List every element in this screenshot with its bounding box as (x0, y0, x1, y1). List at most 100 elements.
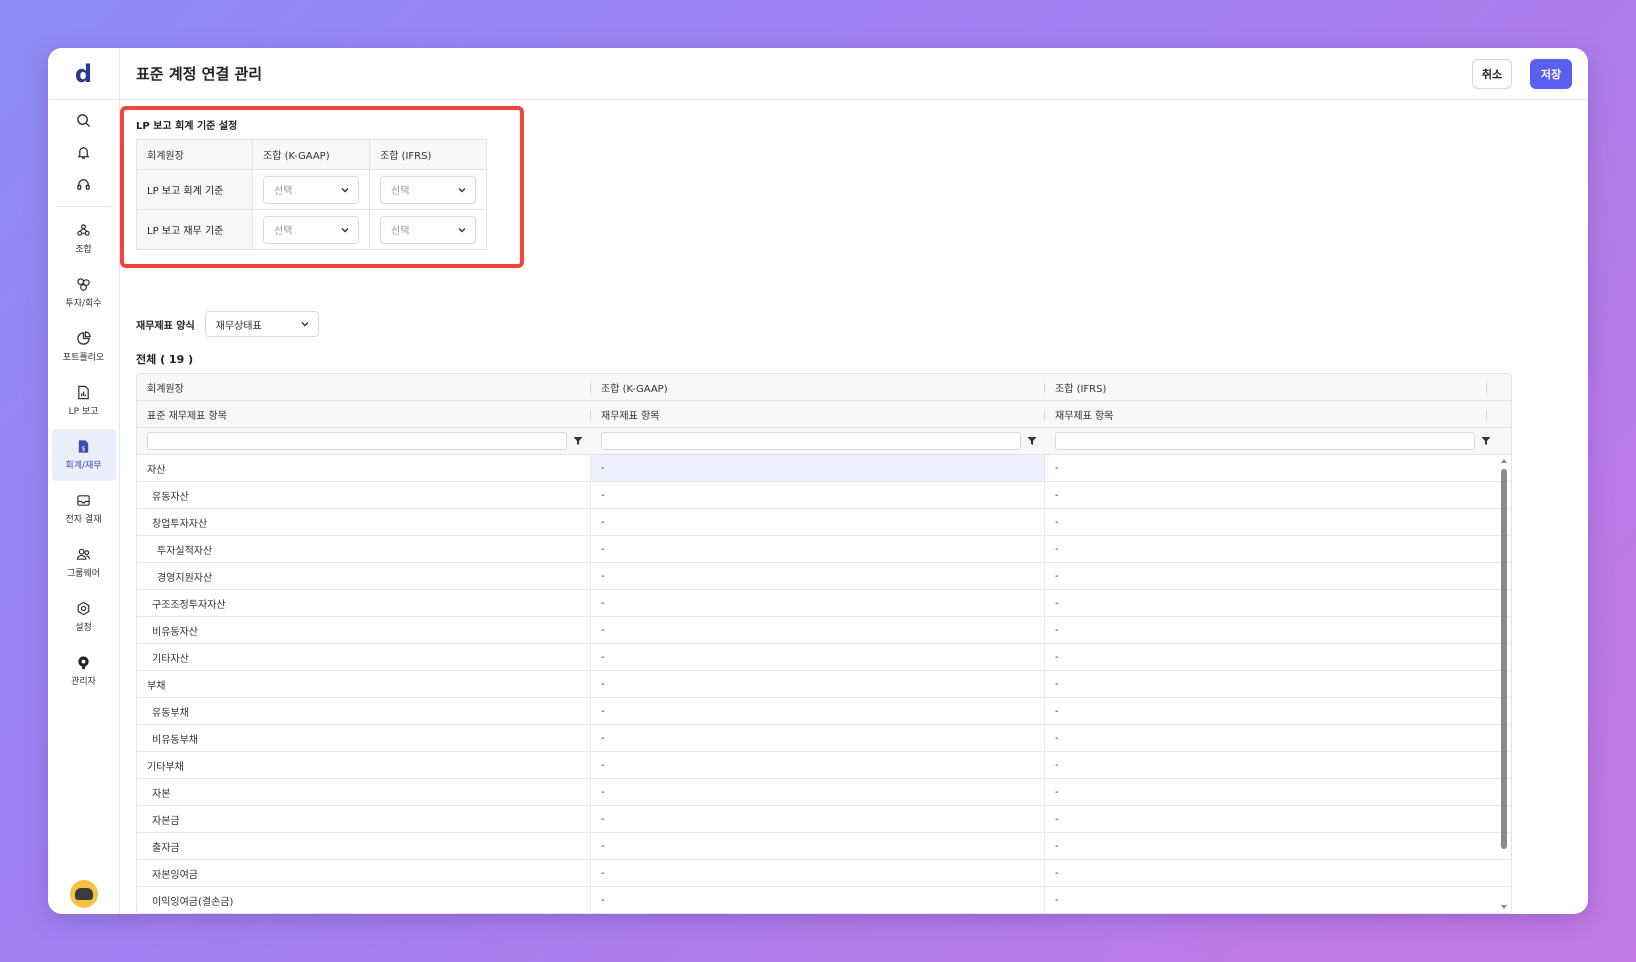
table-row[interactable]: 비유동부채 - - (137, 725, 1511, 752)
standard-item-cell[interactable]: 유동부채 (137, 698, 591, 724)
ifrs-item-cell[interactable]: - (1045, 806, 1499, 832)
ifrs-item-cell[interactable]: - (1045, 617, 1499, 643)
lp-finance-ifrs-select[interactable]: 선택 (380, 215, 476, 244)
table-row[interactable]: 자본금 - - (137, 806, 1511, 833)
save-button[interactable]: 저장 (1530, 59, 1572, 89)
grid-subheader-standard[interactable]: 표준 재무제표 항목 (137, 401, 591, 427)
standard-item-cell[interactable]: 구조조정투자자산 (137, 590, 591, 616)
table-row[interactable]: 자산 - - (137, 455, 1511, 482)
ifrs-item-cell[interactable]: - (1045, 482, 1499, 508)
cancel-button[interactable]: 취소 (1472, 59, 1512, 89)
standard-item-cell[interactable]: 자산 (137, 455, 591, 481)
filter-icon[interactable] (1481, 436, 1491, 446)
kgaap-item-cell[interactable]: - (591, 887, 1045, 913)
table-row[interactable]: 출자금 - - (137, 833, 1511, 860)
sidebar-item-settings[interactable]: 설정 (52, 591, 116, 643)
kgaap-item-cell[interactable]: - (591, 860, 1045, 886)
logo[interactable]: d (48, 48, 119, 100)
standard-item-cell[interactable]: 자본 (137, 779, 591, 805)
filter-icon[interactable] (1027, 436, 1037, 446)
ifrs-item-cell[interactable]: - (1045, 644, 1499, 670)
standard-item-cell[interactable]: 유동자산 (137, 482, 591, 508)
sidebar-item-accounting[interactable]: $ 회계/재무 (51, 429, 116, 481)
table-row[interactable]: 유동자산 - - (137, 482, 1511, 509)
filter-input-standard[interactable] (147, 432, 567, 450)
headset-icon[interactable] (48, 168, 119, 200)
kgaap-item-cell[interactable]: - (591, 536, 1045, 562)
ifrs-item-cell[interactable]: - (1045, 698, 1499, 724)
sidebar-item-invest[interactable]: 투자/회수 (52, 267, 116, 319)
standard-item-cell[interactable]: 투자실적자산 (137, 536, 591, 562)
filter-input-ifrs[interactable] (1055, 432, 1475, 450)
table-row[interactable]: 비유동자산 - - (137, 617, 1511, 644)
ifrs-item-cell[interactable]: - (1045, 860, 1499, 886)
grid-subheader-kgaap[interactable]: 재무제표 항목 (591, 401, 1045, 427)
table-row[interactable]: 경영지원자산 - - (137, 563, 1511, 590)
ifrs-item-cell[interactable]: - (1045, 509, 1499, 535)
table-row[interactable]: 투자실적자산 - - (137, 536, 1511, 563)
kgaap-item-cell[interactable]: - (591, 509, 1045, 535)
standard-item-cell[interactable]: 이익잉여금(결손금) (137, 887, 591, 913)
grid-subheader-ifrs[interactable]: 재무제표 항목 (1045, 401, 1499, 427)
bell-icon[interactable] (48, 136, 119, 168)
ifrs-item-cell[interactable]: - (1045, 752, 1499, 778)
kgaap-item-cell[interactable]: - (591, 725, 1045, 751)
kgaap-item-cell[interactable]: - (591, 671, 1045, 697)
lp-accounting-kgaap-select[interactable]: 선택 (263, 175, 359, 204)
kgaap-item-cell[interactable]: - (591, 482, 1045, 508)
sidebar-item-fund[interactable]: 조합 (52, 213, 116, 265)
grid-scrollbar[interactable] (1499, 455, 1509, 913)
scroll-up-icon[interactable] (1500, 457, 1508, 465)
ifrs-item-cell[interactable]: - (1045, 671, 1499, 697)
standard-item-cell[interactable]: 자본금 (137, 806, 591, 832)
filter-input-kgaap[interactable] (601, 432, 1021, 450)
kgaap-item-cell[interactable]: - (591, 779, 1045, 805)
kgaap-item-cell[interactable]: - (591, 644, 1045, 670)
table-row[interactable]: 부채 - - (137, 671, 1511, 698)
standard-item-cell[interactable]: 비유동자산 (137, 617, 591, 643)
sidebar-item-portfolio[interactable]: 포트폴리오 (52, 321, 116, 373)
format-select[interactable]: 재무상태표 (204, 311, 319, 337)
kgaap-item-cell[interactable]: - (591, 563, 1045, 589)
ifrs-item-cell[interactable]: - (1045, 563, 1499, 589)
kgaap-item-cell[interactable]: - (591, 590, 1045, 616)
lp-accounting-ifrs-select[interactable]: 선택 (380, 175, 476, 204)
ifrs-item-cell[interactable]: - (1045, 536, 1499, 562)
ifrs-item-cell[interactable]: - (1045, 779, 1499, 805)
standard-item-cell[interactable]: 창업투자자산 (137, 509, 591, 535)
ifrs-item-cell[interactable]: - (1045, 590, 1499, 616)
lp-finance-kgaap-select[interactable]: 선택 (263, 215, 359, 244)
kgaap-item-cell[interactable]: - (591, 455, 1045, 481)
avatar[interactable] (70, 880, 98, 908)
table-row[interactable]: 자본잉여금 - - (137, 860, 1511, 887)
ifrs-item-cell[interactable]: - (1045, 455, 1499, 481)
sidebar-item-approval[interactable]: 전자 결재 (52, 483, 116, 535)
standard-item-cell[interactable]: 부채 (137, 671, 591, 697)
standard-item-cell[interactable]: 출자금 (137, 833, 591, 859)
search-icon[interactable] (48, 104, 119, 136)
standard-item-cell[interactable]: 자본잉여금 (137, 860, 591, 886)
table-row[interactable]: 기타부채 - - (137, 752, 1511, 779)
table-row[interactable]: 기타자산 - - (137, 644, 1511, 671)
kgaap-item-cell[interactable]: - (591, 752, 1045, 778)
kgaap-item-cell[interactable]: - (591, 617, 1045, 643)
standard-item-cell[interactable]: 기타부채 (137, 752, 591, 778)
standard-item-cell[interactable]: 경영지원자산 (137, 563, 591, 589)
sidebar-item-admin[interactable]: 관리자 (52, 645, 116, 697)
table-row[interactable]: 유동부채 - - (137, 698, 1511, 725)
standard-item-cell[interactable]: 비유동부채 (137, 725, 591, 751)
kgaap-item-cell[interactable]: - (591, 698, 1045, 724)
table-row[interactable]: 자본 - - (137, 779, 1511, 806)
ifrs-item-cell[interactable]: - (1045, 833, 1499, 859)
kgaap-item-cell[interactable]: - (591, 833, 1045, 859)
sidebar-item-groupware[interactable]: 그룹웨어 (52, 537, 116, 589)
ifrs-item-cell[interactable]: - (1045, 725, 1499, 751)
filter-icon[interactable] (573, 436, 583, 446)
scrollbar-thumb[interactable] (1501, 469, 1507, 849)
kgaap-item-cell[interactable]: - (591, 806, 1045, 832)
table-row[interactable]: 창업투자자산 - - (137, 509, 1511, 536)
sidebar-item-lp-report[interactable]: LP 보고 (52, 375, 116, 427)
table-row[interactable]: 구조조정투자자산 - - (137, 590, 1511, 617)
scroll-down-icon[interactable] (1500, 903, 1508, 911)
standard-item-cell[interactable]: 기타자산 (137, 644, 591, 670)
